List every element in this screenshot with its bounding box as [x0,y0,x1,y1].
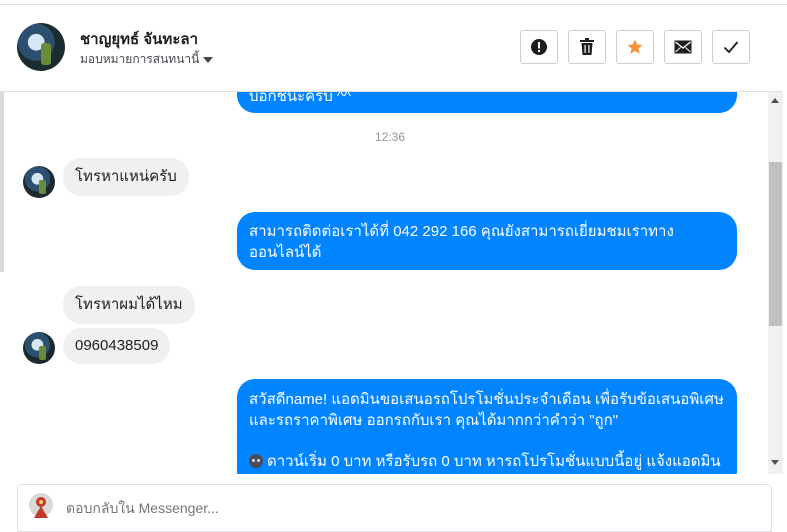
message-bubble-incoming: โทรหาแหน่ครับ [63,158,189,196]
message-text: สามารถติดต่อเราได้ที่ 042 292 166 คุณยัง… [249,223,674,261]
contact-avatar[interactable] [17,23,65,71]
page-avatar-icon [29,493,53,518]
reply-box[interactable] [17,484,772,532]
assign-label: มอบหมายการสนทนานี้ [80,52,200,66]
message-timestamp: 12:36 [374,130,406,144]
mark-unread-button[interactable] [664,30,702,64]
message-text-extra-line: ดาวน์เริ่ม 0 บาท หรือรับรถ 0 บาท หารถโปร… [267,453,721,470]
assign-conversation-dropdown[interactable]: มอบหมายการสนทนานี้ [80,50,214,69]
message-text: โทรหาผมได้ไหม [75,296,183,313]
emoji-icon [249,454,263,468]
message-bubble-outgoing: สวัสดีname! แอดมินขอเสนอรถโปรโมชั่นประจำ… [237,379,737,474]
scrollbar-thumb[interactable] [769,162,782,326]
report-button[interactable] [520,30,558,64]
message-text-extra: ดาวน์เริ่ม 0 บาท หรือรับรถ 0 บาท หารถโปร… [249,451,725,472]
reply-input[interactable] [66,500,746,516]
done-button[interactable] [712,30,750,64]
scroll-down-arrow-icon[interactable] [771,460,779,465]
trash-icon [580,38,594,55]
message-bubble-incoming: โทรหาผมได้ไหม [63,286,195,324]
star-button[interactable] [616,30,654,64]
check-icon [723,41,739,54]
scroll-up-arrow-icon[interactable] [771,98,779,103]
message-bubble-outgoing: สามารถติดต่อเราได้ที่ 042 292 166 คุณยัง… [237,212,737,270]
message-text: 0960438509 [75,337,159,354]
caret-down-icon [203,56,214,63]
envelope-icon [674,40,692,54]
exclamation-circle-icon [531,39,547,55]
message-list: บอกชนะครับ ^^ 12:36 โทรหาแหน่ครับ สามารถ… [4,92,768,474]
message-text: โทรหาแหน่ครับ [75,168,177,185]
star-icon [627,39,643,54]
message-bubble-incoming: 0960438509 [63,328,171,364]
customer-avatar [23,166,55,198]
contact-name[interactable]: ชาญยุทธ์ จันทะลา [80,27,198,51]
chat-scrollbar[interactable] [768,92,783,474]
message-bubble-outgoing: บอกชนะครับ ^^ [237,92,737,113]
conversation-panel: ชาญยุทธ์ จันทะลา มอบหมายการสนทนานี้ บอกช… [0,0,787,532]
delete-button[interactable] [568,30,606,64]
message-text: สวัสดีname! แอดมินขอเสนอรถโปรโมชั่นประจำ… [249,391,724,429]
customer-avatar [23,332,55,364]
message-text: บอกชนะครับ ^^ [249,92,351,105]
conversation-header: ชาญยุทธ์ จันทะลา มอบหมายการสนทนานี้ [0,5,782,92]
